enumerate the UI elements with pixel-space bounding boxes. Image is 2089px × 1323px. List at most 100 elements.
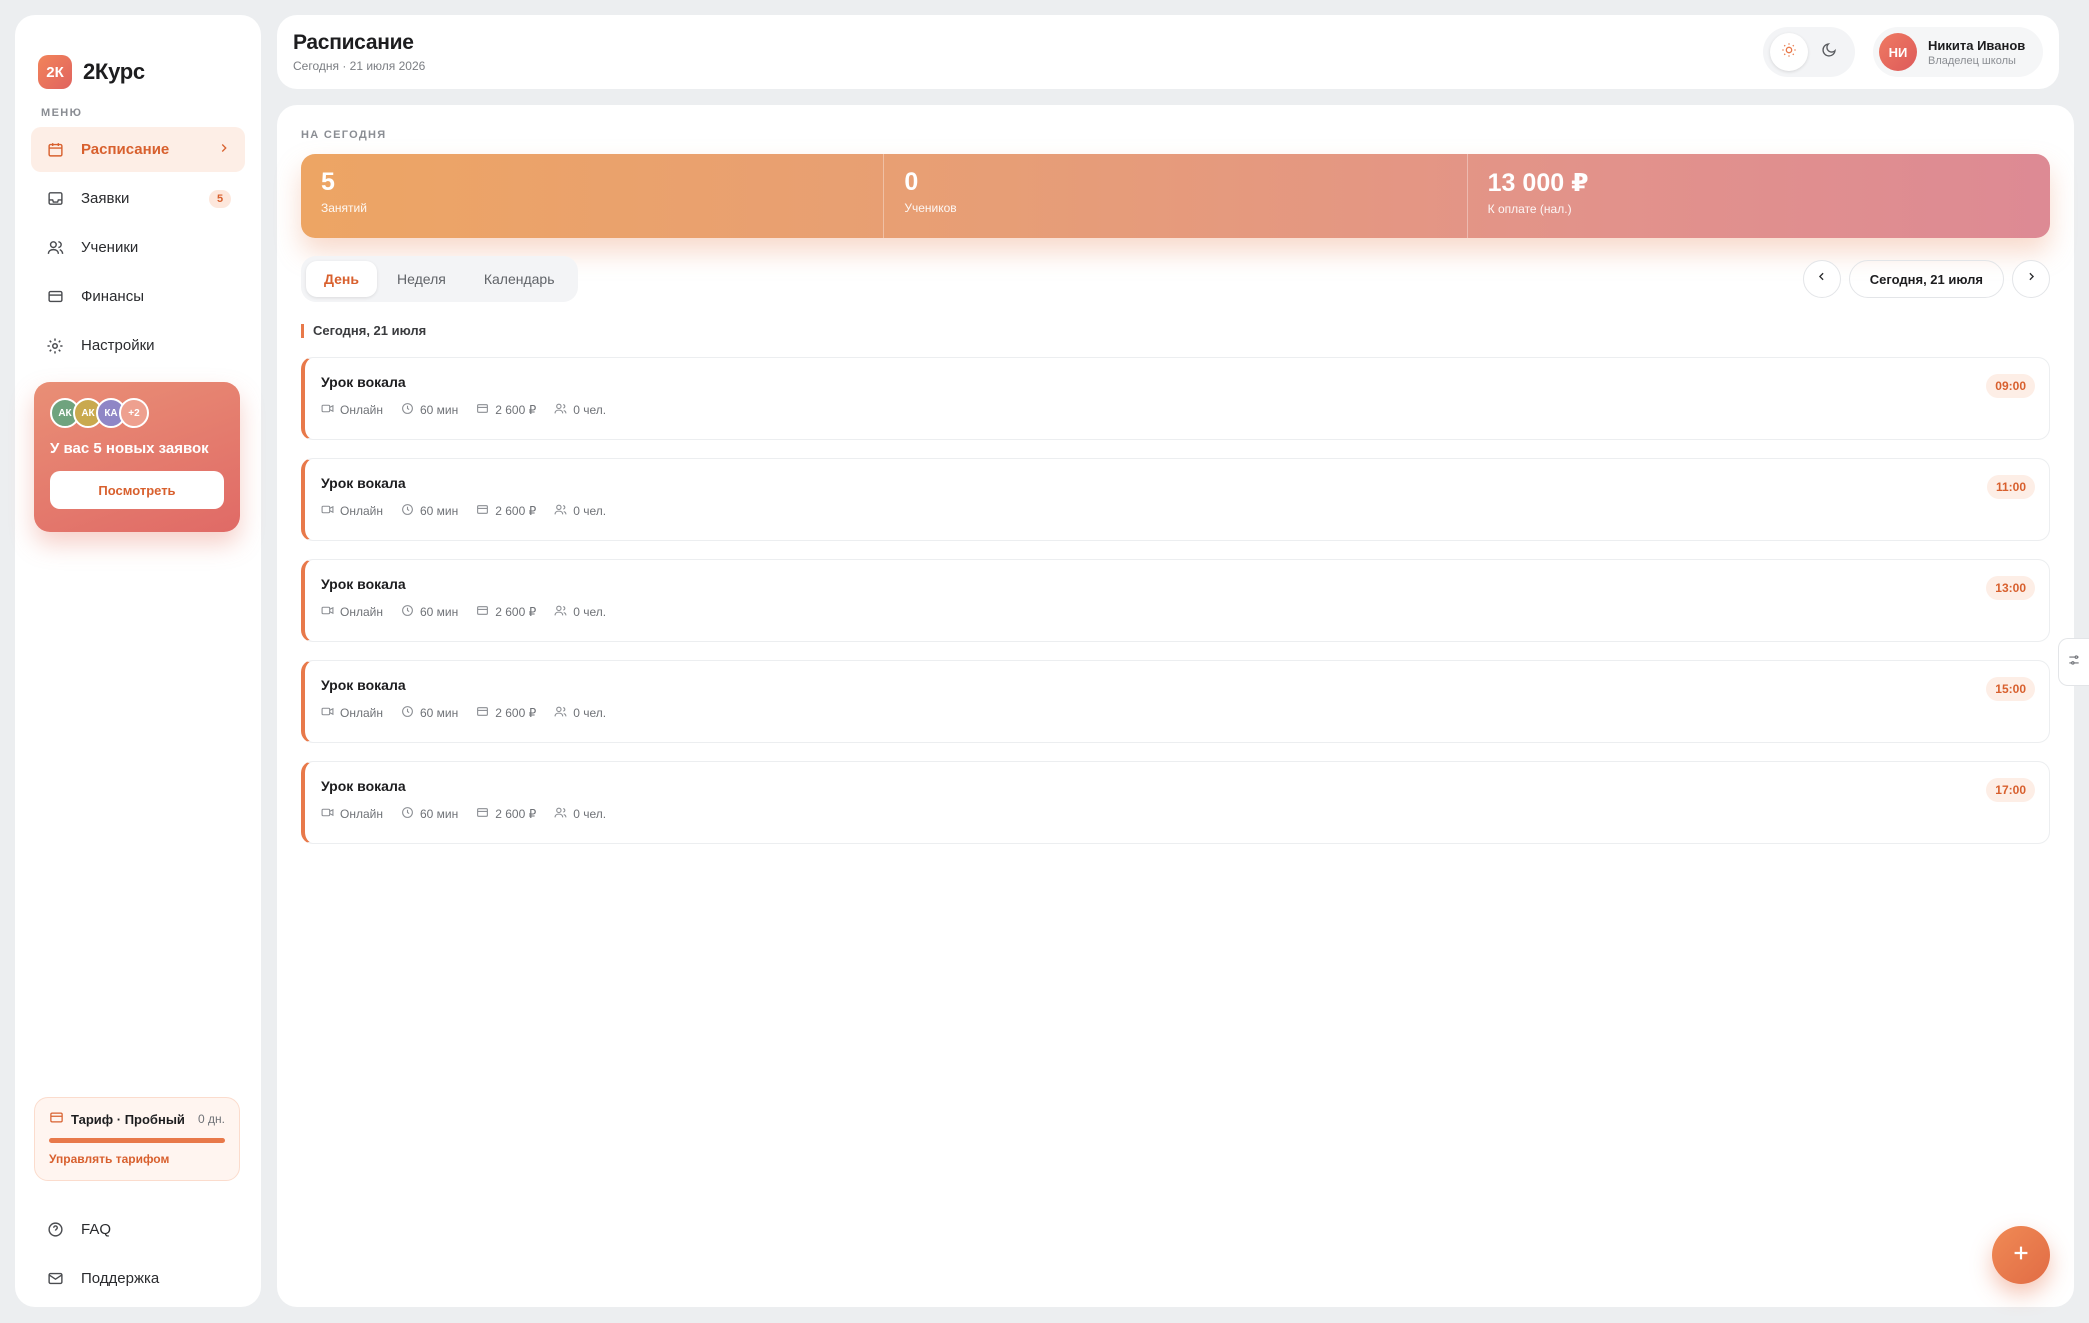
stat-students: 0 Учеников xyxy=(884,154,1468,238)
lesson-duration: 60 мин xyxy=(401,402,458,418)
lesson-people-text: 0 чел. xyxy=(573,403,607,417)
lesson-people: 0 чел. xyxy=(554,402,606,418)
avatar: НИ xyxy=(1879,33,1917,71)
sidebar-item-schedule[interactable]: Расписание xyxy=(31,127,245,172)
sidebar-item-label: Ученики xyxy=(81,239,139,256)
lesson-price: 2 600 ₽ xyxy=(476,806,536,822)
brand[interactable]: 2К 2Курс xyxy=(38,55,245,89)
lesson-meta: Онлайн 60 мин 2 600 ₽ 0 чел. xyxy=(321,402,2033,418)
users-icon xyxy=(554,402,567,418)
lesson-card[interactable]: Урок вокала Онлайн 60 мин 2 600 ₽ 0 чел.… xyxy=(301,357,2050,440)
lesson-price: 2 600 ₽ xyxy=(476,705,536,721)
users-icon xyxy=(554,705,567,721)
day-heading: Сегодня, 21 июля xyxy=(301,324,2050,338)
stat-to-pay: 13 000 ₽ К оплате (нал.) xyxy=(1468,154,2050,238)
plan-title: Тариф · Пробный xyxy=(71,1111,185,1127)
dark-theme-button[interactable] xyxy=(1810,33,1848,71)
brand-name: 2Курс xyxy=(83,59,145,84)
stat-value: 0 xyxy=(904,168,919,196)
next-day-button[interactable] xyxy=(2012,260,2050,298)
video-icon xyxy=(321,705,334,721)
moon-icon xyxy=(1821,42,1837,63)
lesson-time-badge: 17:00 xyxy=(1986,778,2035,802)
sidebar-item-label: Расписание xyxy=(81,141,170,158)
plus-icon xyxy=(2010,1242,2032,1269)
lesson-duration-text: 60 мин xyxy=(419,706,459,720)
light-theme-button[interactable] xyxy=(1770,33,1808,71)
stat-label: Учеников xyxy=(904,201,957,215)
lesson-title: Урок вокала xyxy=(321,475,406,491)
clock-icon xyxy=(401,806,414,822)
sliders-icon xyxy=(2067,653,2081,672)
card-icon xyxy=(476,705,489,721)
lesson-price: 2 600 ₽ xyxy=(476,503,536,519)
video-icon xyxy=(321,402,334,418)
sidebar: 2К 2Курс МЕНЮ Расписание Заявки 5 Ученик… xyxy=(15,15,261,1307)
user-menu[interactable]: НИ Никита Иванов Владелец школы xyxy=(1873,27,2043,77)
lesson-duration: 60 мин xyxy=(401,806,458,822)
card-icon xyxy=(476,806,489,822)
lesson-card[interactable]: Урок вокала Онлайн 60 мин 2 600 ₽ 0 чел.… xyxy=(301,458,2050,541)
lesson-duration-text: 60 мин xyxy=(419,605,459,619)
lesson-mode-text: Онлайн xyxy=(340,807,383,821)
prev-day-button[interactable] xyxy=(1802,260,1841,298)
today-stats: 5 Занятий 0 Учеников 13 000 ₽ К оплате (… xyxy=(301,154,2050,238)
lesson-card[interactable]: Урок вокала Онлайн 60 мин 2 600 ₽ 0 чел.… xyxy=(301,660,2050,743)
lesson-meta: Онлайн 60 мин 2 600 ₽ 0 чел. xyxy=(321,705,2033,721)
avatar-stack: АК АК КА +2 xyxy=(50,398,224,428)
view-requests-button[interactable]: Посмотреть xyxy=(50,471,224,509)
clock-icon xyxy=(401,503,414,519)
lesson-people: 0 чел. xyxy=(554,503,606,519)
new-requests-card: АК АК КА +2 У вас 5 новых заявок Посмотр… xyxy=(34,382,240,532)
schedule-panel: НА СЕГОДНЯ 5 Занятий 0 Учеников 13 000 ₽… xyxy=(277,105,2074,1307)
lesson-title: Урок вокала xyxy=(321,576,406,592)
lesson-duration: 60 мин xyxy=(401,503,458,519)
lesson-mode-text: Онлайн xyxy=(340,706,383,720)
wallet-icon xyxy=(45,287,65,307)
manage-plan-link[interactable]: Управлять тарифом xyxy=(49,1152,225,1166)
card-icon xyxy=(476,402,489,418)
lesson-card[interactable]: Урок вокала Онлайн 60 мин 2 600 ₽ 0 чел.… xyxy=(301,761,2050,844)
support-link[interactable]: Поддержка xyxy=(31,1256,245,1301)
sidebar-item-finance[interactable]: Финансы xyxy=(31,274,245,319)
requests-count-badge: 5 xyxy=(209,189,231,208)
lesson-duration-text: 60 мин xyxy=(419,807,459,821)
schedule-toolbar: День Неделя Календарь Сегодня, 21 июля xyxy=(301,256,2050,302)
tab-week[interactable]: Неделя xyxy=(379,261,464,297)
lesson-meta: Онлайн 60 мин 2 600 ₽ 0 чел. xyxy=(321,503,2033,519)
lesson-title: Урок вокала xyxy=(321,778,406,794)
tab-day[interactable]: День xyxy=(306,261,377,297)
lesson-people: 0 чел. xyxy=(554,806,606,822)
chevron-right-icon xyxy=(217,141,231,159)
stat-value: 5 xyxy=(321,168,335,196)
user-name: Никита Иванов xyxy=(1928,37,2026,53)
sun-icon xyxy=(1781,42,1797,63)
lesson-mode: Онлайн xyxy=(321,604,383,620)
sidebar-item-students[interactable]: Ученики xyxy=(31,225,245,270)
date-navigation: Сегодня, 21 июля xyxy=(1802,260,2050,298)
lesson-mode-text: Онлайн xyxy=(340,403,383,417)
current-date-button[interactable]: Сегодня, 21 июля xyxy=(1848,260,2004,298)
lesson-duration-text: 60 мин xyxy=(419,504,459,518)
lesson-price: 2 600 ₽ xyxy=(476,604,536,620)
page-header: Расписание Сегодня · 21 июля 2026 НИ Ник… xyxy=(277,15,2059,89)
lesson-duration: 60 мин xyxy=(401,705,458,721)
lesson-price-text: 2 600 ₽ xyxy=(495,605,537,619)
sidebar-item-requests[interactable]: Заявки 5 xyxy=(31,176,245,221)
menu-label: МЕНЮ xyxy=(41,107,83,119)
clock-icon xyxy=(401,604,414,620)
view-tabs: День Неделя Календарь xyxy=(301,256,578,302)
lesson-card[interactable]: Урок вокала Онлайн 60 мин 2 600 ₽ 0 чел.… xyxy=(301,559,2050,642)
faq-link[interactable]: FAQ xyxy=(31,1207,245,1252)
tab-calendar[interactable]: Календарь xyxy=(466,261,573,297)
lesson-time-badge: 11:00 xyxy=(1986,475,2035,499)
lesson-mode: Онлайн xyxy=(321,705,383,721)
add-lesson-button[interactable] xyxy=(1992,1226,2050,1284)
sidebar-item-settings[interactable]: Настройки xyxy=(31,323,245,368)
lesson-people-text: 0 чел. xyxy=(573,605,607,619)
help-icon xyxy=(45,1220,65,1240)
filters-handle[interactable] xyxy=(2058,638,2089,686)
lesson-mode: Онлайн xyxy=(321,806,383,822)
avatar-more: +2 xyxy=(119,398,149,428)
sidebar-item-label: Настройки xyxy=(81,337,155,354)
